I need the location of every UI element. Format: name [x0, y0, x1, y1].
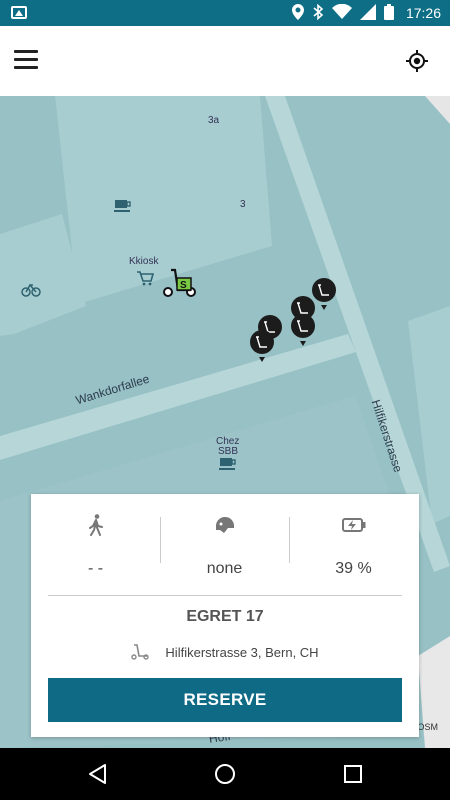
system-icons [292, 4, 394, 20]
scooter-marker[interactable] [312, 278, 336, 310]
signal-icon [360, 4, 376, 20]
walking-person-icon [88, 514, 103, 536]
house-number-label: 3a [208, 115, 220, 126]
scooter-name: EGRET 17 [186, 608, 264, 625]
location-icon [292, 4, 304, 20]
scooter-stats: - - none 39 % [31, 512, 419, 582]
bluetooth-icon [313, 4, 324, 20]
wifi-icon [332, 4, 352, 19]
battery-charging-icon [341, 518, 365, 532]
back-triangle-icon[interactable] [86, 762, 110, 786]
battery-value: 39 % [335, 560, 372, 577]
scooter-icon [131, 644, 150, 660]
helmet-stat: none [160, 512, 289, 582]
scooter-info-card: - - none 39 % EGRET 17 Hilfikerstrasse 3… [31, 494, 419, 737]
navigation-bar [0, 748, 450, 800]
cafe-icon [114, 200, 131, 212]
map-edge [425, 96, 450, 124]
recents-square-icon[interactable] [341, 762, 365, 786]
clock: 17:26 [405, 5, 441, 21]
svg-text:S: S [180, 280, 187, 291]
reserve-button[interactable]: RESERVE [48, 678, 402, 722]
house-number-label: 3 [240, 199, 246, 210]
my-location-icon[interactable] [406, 50, 428, 72]
helmet-value: none [206, 560, 243, 577]
scooter-marker[interactable] [291, 314, 315, 346]
cafe-icon [219, 458, 236, 470]
helmet-icon [215, 516, 234, 533]
image-icon [11, 6, 27, 19]
cafe-name-label: SBB [218, 446, 239, 457]
walking-distance-stat: - - [31, 512, 160, 582]
app-bar [0, 26, 450, 96]
card-divider [48, 595, 402, 596]
walking-distance-value: - - [87, 560, 104, 577]
osm-credit[interactable]: OSM [417, 722, 438, 732]
kiosk-label: Kkiosk [129, 256, 159, 267]
battery-icon [384, 4, 394, 20]
hamburger-menu-icon[interactable] [14, 50, 38, 70]
battery-stat: 39 % [289, 512, 418, 582]
address-text: Hilfikerstrasse 3, Bern, CH [165, 644, 319, 660]
address-row: Hilfikerstrasse 3, Bern, CH [31, 644, 419, 660]
home-circle-icon[interactable] [213, 762, 237, 786]
status-bar: 17:26 [0, 0, 450, 26]
